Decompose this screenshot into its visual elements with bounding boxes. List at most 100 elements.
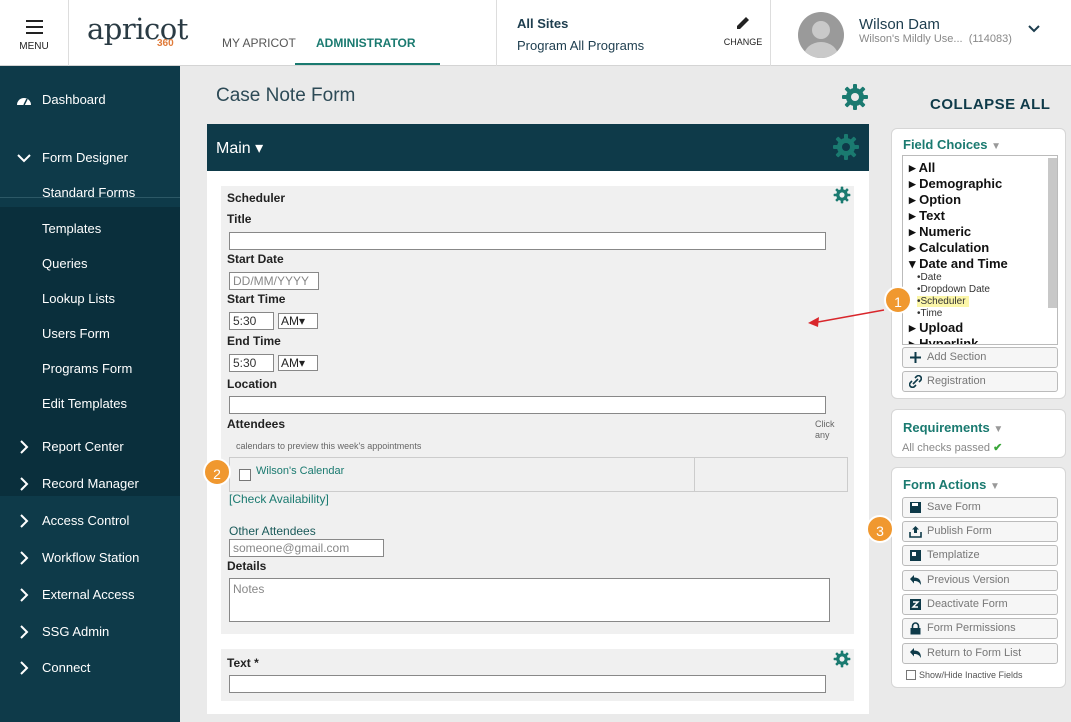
scheduler-heading: Scheduler	[227, 191, 286, 205]
sidebar-item-record-manager[interactable]: Record Manager	[0, 469, 180, 499]
text-field-label: Text *	[227, 656, 259, 670]
deactivate-icon	[909, 598, 922, 618]
sidebar-item-report-center[interactable]: Report Center	[0, 432, 180, 462]
tree-item[interactable]: ▸ Text	[909, 208, 945, 224]
sidebar-item-form-designer[interactable]: Form Designer	[0, 143, 180, 173]
end-ampm-select[interactable]: AM▾	[278, 355, 318, 371]
tree-item[interactable]: ▸ Hyperlink	[909, 336, 978, 344]
sidebar-subitem[interactable]: Lookup Lists	[0, 284, 180, 314]
pencil-icon	[737, 17, 749, 29]
top-bar: MENU apricot 360 MY APRICOT ADMINISTRATO…	[0, 0, 1071, 66]
sidebar-subitem[interactable]: Users Form	[0, 319, 180, 349]
publish-form-button[interactable]: Publish Form	[902, 521, 1058, 542]
gear-icon[interactable]	[832, 133, 860, 161]
end-time-input[interactable]: 5:30	[229, 354, 274, 372]
chevron-right-icon	[16, 506, 32, 547]
tree-item[interactable]: ▸ Numeric	[909, 224, 971, 240]
tree-item[interactable]: ▸ Calculation	[909, 240, 989, 256]
change-button[interactable]: CHANGE	[721, 14, 765, 47]
templatize-button[interactable]: Templatize	[902, 545, 1058, 566]
gear-icon[interactable]	[833, 186, 851, 204]
text-field-input[interactable]	[229, 675, 826, 693]
tree-child[interactable]: •Dropdown Date	[917, 284, 990, 295]
calendar-hint: calendars to preview this week's appoint…	[236, 441, 422, 451]
tree-item[interactable]: ▸ Demographic	[909, 176, 1002, 192]
title-label: Title	[227, 212, 252, 226]
start-ampm-select[interactable]: AM▾	[278, 313, 318, 329]
sidebar-subitem[interactable]: Queries	[0, 249, 180, 279]
title-input[interactable]	[229, 232, 826, 250]
sidebar-subitem[interactable]: Templates	[0, 214, 180, 244]
sidebar-item-connect[interactable]: Connect	[0, 653, 180, 683]
sidebar-item-external-access[interactable]: External Access	[0, 580, 180, 610]
requirements-status: All checks passed ✔	[902, 442, 1003, 454]
tree-item[interactable]: ▸ All	[909, 160, 935, 176]
program-label: Program All Programs	[517, 38, 645, 53]
sidebar-item-access-control[interactable]: Access Control	[0, 506, 180, 536]
requirements-title[interactable]: Requirements ▼	[903, 420, 1003, 435]
tree-child[interactable]: •Time	[917, 308, 942, 319]
menu-label: MENU	[19, 41, 49, 52]
calendar-link[interactable]: Wilson's Calendar	[256, 465, 344, 477]
chevron-down-icon[interactable]	[1028, 24, 1040, 34]
chevron-right-icon	[16, 617, 32, 658]
section-header-main[interactable]: Main ▾	[207, 124, 869, 171]
check-availability-link[interactable]: [Check Availability]	[229, 492, 329, 506]
form-actions-title[interactable]: Form Actions ▼	[903, 477, 1000, 492]
sidebar-subitem[interactable]: Edit Templates	[0, 389, 180, 419]
start-time-label: Start Time	[227, 292, 286, 306]
location-input[interactable]	[229, 396, 826, 414]
end-time-label: End Time	[227, 334, 281, 348]
save-form-button[interactable]: Save Form	[902, 497, 1058, 518]
return-to-form-list-button[interactable]: Return to Form List	[902, 643, 1058, 664]
plus-icon	[909, 351, 922, 371]
calendar-checkbox[interactable]	[239, 469, 251, 481]
tab-my-apricot[interactable]: MY APRICOT	[222, 36, 296, 50]
tree-item[interactable]: ▸ Upload	[909, 320, 963, 336]
annotation-badge-1: 1	[884, 286, 912, 314]
other-attendees-input[interactable]: someone@gmail.com	[229, 539, 384, 557]
lock-icon	[909, 622, 922, 642]
show-hide-label: Show/Hide Inactive Fields	[919, 670, 1023, 680]
add-section-button[interactable]: Add Section	[902, 347, 1058, 368]
tab-administrator[interactable]: ADMINISTRATOR	[316, 36, 416, 50]
menu-button[interactable]: MENU	[0, 0, 69, 66]
show-hide-checkbox[interactable]	[906, 670, 916, 680]
scheduler-field: Scheduler Title Start Date DD/MM/YYYY St…	[221, 186, 854, 634]
gear-icon[interactable]	[841, 83, 869, 111]
start-time-input[interactable]: 5:30	[229, 312, 274, 330]
field-choices-title[interactable]: Field Choices ▼	[903, 137, 1001, 152]
section-title: Main ▾	[216, 140, 264, 157]
sidebar-item-workflow-station[interactable]: Workflow Station	[0, 543, 180, 573]
link-icon	[908, 374, 923, 395]
previous-version-button[interactable]: Previous Version	[902, 570, 1058, 591]
chevron-right-icon	[16, 432, 32, 473]
scrollbar[interactable]	[1048, 158, 1057, 308]
gear-icon[interactable]	[833, 650, 851, 668]
deactivate-form-button[interactable]: Deactivate Form	[902, 594, 1058, 615]
start-date-input[interactable]: DD/MM/YYYY	[229, 272, 319, 290]
avatar	[798, 12, 844, 58]
upload-icon	[909, 525, 922, 545]
chevron-right-icon	[16, 469, 32, 510]
registration-button[interactable]: Registration	[902, 371, 1058, 392]
collapse-all-button[interactable]: COLLAPSE ALL	[930, 96, 1050, 113]
details-textarea[interactable]: Notes	[229, 578, 830, 622]
tree-item[interactable]: ▾ Date and Time	[909, 256, 1008, 272]
sidebar-item-dashboard[interactable]: Dashboard	[0, 85, 180, 115]
tree-child-highlighted[interactable]: •Scheduler	[917, 296, 969, 307]
template-icon	[909, 549, 922, 569]
sidebar-subitem[interactable]: Standard Forms	[0, 178, 180, 208]
logo-sub: 360	[157, 38, 174, 49]
tree-item[interactable]: ▸ Option	[909, 192, 961, 208]
site-program-selector[interactable]: All Sites Program All Programs CHANGE	[496, 0, 771, 66]
sidebar-subitem[interactable]: Programs Form	[0, 354, 180, 384]
form-permissions-button[interactable]: Form Permissions	[902, 618, 1058, 639]
main-content: Case Note Form Main ▾ Scheduler Title St…	[180, 66, 890, 722]
details-label: Details	[227, 559, 267, 573]
tree-child[interactable]: •Date	[917, 272, 942, 283]
change-label: CHANGE	[723, 37, 763, 47]
location-label: Location	[227, 377, 277, 391]
site-label: All Sites	[517, 16, 569, 31]
sidebar-item-ssg-admin[interactable]: SSG Admin	[0, 617, 180, 647]
